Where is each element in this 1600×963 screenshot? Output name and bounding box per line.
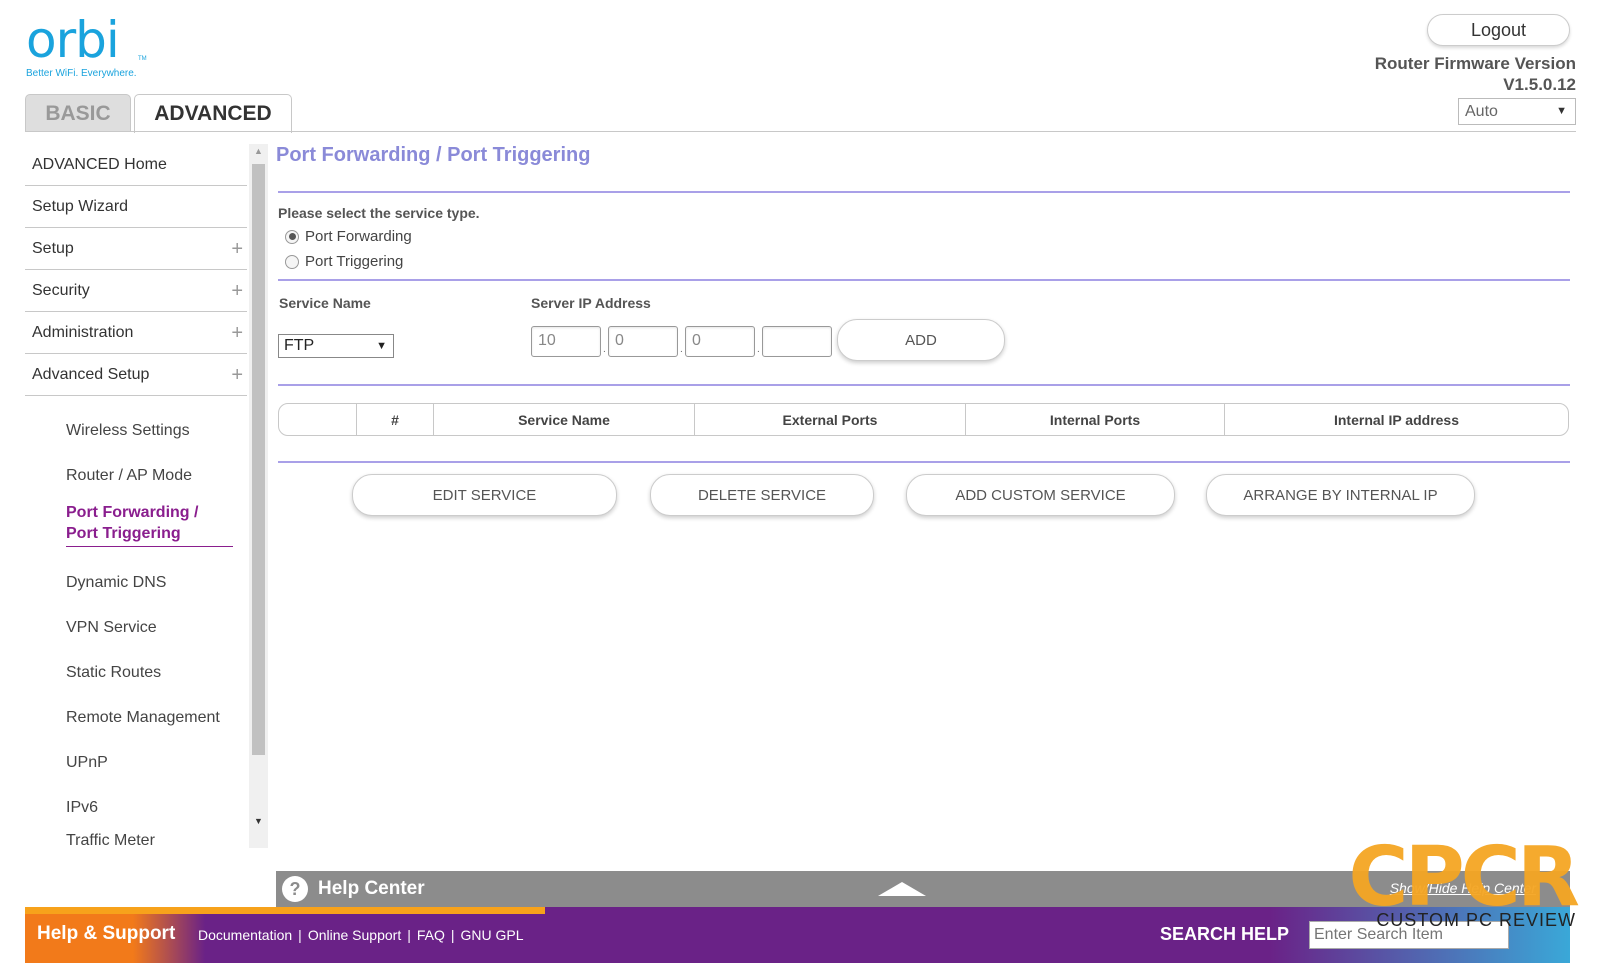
show-hide-help-link[interactable]: Show/Hide Help Center (1390, 880, 1536, 896)
documentation-link[interactable]: Documentation (198, 927, 292, 943)
chevron-down-icon: ▼ (376, 340, 387, 352)
service-type-label: Please select the service type. (278, 205, 480, 221)
arrange-by-internal-ip-button[interactable]: ARRANGE BY INTERNAL IP (1206, 474, 1475, 516)
radio-port-triggering[interactable]: Port Triggering (285, 253, 403, 270)
table-header-service-name: Service Name (434, 404, 695, 435)
sidebar-sub-upnp[interactable]: UPnP (25, 740, 247, 785)
sidebar-sub-ipv6[interactable]: IPv6 (25, 785, 247, 830)
firmware-version: Router Firmware Version V1.5.0.12 (1375, 53, 1576, 95)
sidebar-item-administration[interactable]: Administration + (25, 312, 247, 354)
firmware-label: Router Firmware Version (1374, 54, 1576, 73)
sidebar-sub-dynamic-dns[interactable]: Dynamic DNS (25, 560, 247, 605)
add-custom-service-button[interactable]: ADD CUSTOM SERVICE (906, 474, 1175, 516)
link-separator: | (407, 927, 411, 943)
logo-trademark: TM (138, 56, 147, 62)
gnu-gpl-link[interactable]: GNU GPL (461, 927, 524, 943)
service-name-label: Service Name (279, 295, 371, 311)
delete-service-button[interactable]: DELETE SERVICE (650, 474, 874, 516)
expand-up-icon[interactable] (878, 882, 926, 896)
services-table-header: # Service Name External Ports Internal P… (278, 403, 1569, 436)
server-ip-label: Server IP Address (531, 295, 651, 311)
ip-octet-4[interactable] (762, 326, 832, 357)
tab-basic[interactable]: BASIC (25, 94, 131, 132)
chevron-down-icon: ▼ (1556, 105, 1567, 117)
logout-button[interactable]: Logout (1427, 14, 1570, 46)
ip-octet-2[interactable]: 0 (608, 326, 678, 357)
table-header-internal-ports: Internal Ports (966, 404, 1225, 435)
footer-decor-stripe (25, 907, 545, 914)
firmware-number: V1.5.0.12 (1503, 75, 1576, 94)
sidebar-sub-port-forwarding[interactable]: Port Forwarding / Port Triggering (25, 498, 247, 560)
sidebar-sub-traffic-meter[interactable]: Traffic Meter (25, 830, 247, 846)
sidebar-scrollbar[interactable]: ▲ ▼ (249, 144, 268, 848)
logo-tagline: Better WiFi. Everywhere. (26, 68, 137, 79)
radio-port-forwarding[interactable]: Port Forwarding (285, 228, 412, 245)
search-help-label: SEARCH HELP (1160, 924, 1290, 944)
divider (278, 279, 1570, 281)
table-header-internal-ip: Internal IP address (1333, 411, 1459, 428)
service-name-value: FTP (284, 337, 315, 354)
language-select[interactable]: Auto ▼ (1458, 98, 1576, 125)
ip-octet-1[interactable]: 10 (531, 326, 601, 357)
scrollbar-thumb[interactable] (252, 164, 265, 755)
scroll-down-icon[interactable]: ▼ (254, 816, 263, 826)
online-support-link[interactable]: Online Support (308, 927, 401, 943)
sidebar-sub-vpn-service[interactable]: VPN Service (25, 605, 247, 650)
ip-separator: . (680, 344, 683, 355)
help-question-icon: ? (282, 876, 308, 902)
search-help-input[interactable] (1309, 921, 1509, 949)
radio-button-selected[interactable] (285, 229, 299, 244)
footer-links: Documentation | Online Support | FAQ | GNU … (198, 927, 524, 943)
table-header-number: # (357, 404, 434, 435)
sidebar-item-setup[interactable]: Setup + (25, 228, 247, 270)
sidebar-sub-static-routes[interactable]: Static Routes (25, 650, 247, 695)
divider (278, 461, 1570, 463)
help-support-title: Help & Support (37, 923, 176, 944)
sidebar-item-security[interactable]: Security + (25, 270, 247, 312)
help-center-bar[interactable]: ? Help Center Show/Hide Help Center (276, 871, 1570, 907)
help-center-title: Help Center (318, 878, 425, 899)
language-value: Auto (1465, 103, 1498, 120)
ip-separator: . (603, 344, 606, 355)
logo-wordmark: orbi (26, 11, 120, 69)
divider (278, 384, 1570, 386)
sidebar-sub-remote-management[interactable]: Remote Management (25, 695, 247, 740)
radio-button[interactable] (285, 254, 299, 269)
sidebar-item-advanced-home[interactable]: ADVANCED Home (25, 144, 247, 186)
header-divider (25, 131, 1576, 132)
help-support-footer: Help & Support Documentation | Online Sup… (25, 907, 1570, 963)
table-header-external-ports: External Ports (695, 404, 966, 435)
sidebar-item-setup-wizard[interactable]: Setup Wizard (25, 186, 247, 228)
sidebar-item-advanced-setup[interactable]: Advanced Setup + (25, 354, 247, 396)
orbi-logo: orbi TM Better WiFi. Everywhere. (26, 11, 147, 79)
expand-plus-icon[interactable]: + (231, 280, 243, 303)
faq-link[interactable]: FAQ (417, 927, 445, 943)
tab-advanced[interactable]: ADVANCED (134, 94, 292, 133)
service-name-select[interactable]: FTP ▼ (278, 334, 394, 358)
ip-octet-3[interactable]: 0 (685, 326, 755, 357)
link-separator: | (450, 927, 455, 943)
link-separator: | (298, 927, 302, 943)
sidebar-nav: ADVANCED Home Setup Wizard Setup + Securi… (25, 144, 247, 846)
page-title: Port Forwarding / Port Triggering (276, 144, 591, 166)
ip-separator: . (757, 344, 760, 355)
sidebar-sub-wireless-settings[interactable]: Wireless Settings (25, 408, 247, 453)
expand-plus-icon[interactable]: + (231, 238, 243, 261)
sidebar-sub-router-ap-mode[interactable]: Router / AP Mode (25, 453, 247, 498)
expand-plus-icon[interactable]: + (231, 364, 243, 387)
divider (278, 191, 1570, 193)
advanced-setup-submenu: Wireless Settings Router / AP Mode Port … (25, 396, 247, 846)
edit-service-button[interactable]: EDIT SERVICE (352, 474, 617, 516)
add-button[interactable]: ADD (837, 319, 1005, 361)
scroll-up-icon[interactable]: ▲ (254, 146, 263, 156)
table-header-select (279, 404, 357, 435)
expand-plus-icon[interactable]: + (231, 322, 243, 345)
